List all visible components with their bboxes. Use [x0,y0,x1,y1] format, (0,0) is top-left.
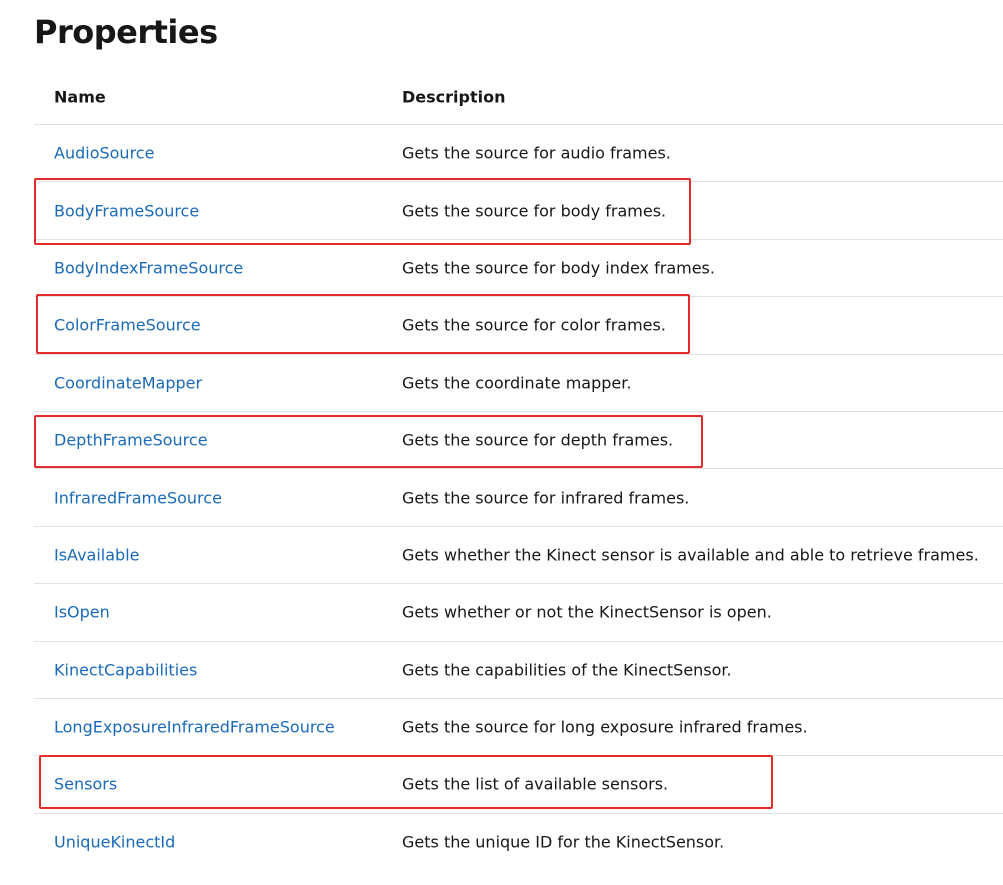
property-description: Gets the source for audio frames. [402,143,671,163]
column-header-name: Name [54,87,106,107]
property-description: Gets the unique ID for the KinectSensor. [402,832,725,852]
table-row: ColorFrameSource Gets the source for col… [34,297,1003,355]
property-description: Gets the source for body index frames. [402,258,715,278]
property-link[interactable]: IsOpen [54,603,110,622]
table-row: KinectCapabilities Gets the capabilities… [34,642,1003,699]
property-description: Gets the list of available sensors. [402,774,669,794]
property-link[interactable]: CoordinateMapper [54,373,202,392]
page-title: Properties [34,13,218,51]
table-row: DepthFrameSource Gets the source for dep… [34,412,1003,470]
property-link[interactable]: DepthFrameSource [54,431,208,450]
table-row: AudioSource Gets the source for audio fr… [34,125,1003,183]
property-description: Gets the source for infrared frames. [402,488,690,508]
table-header-row: Name Description [34,70,1003,125]
properties-table: Name Description AudioSource Gets the so… [34,70,1003,871]
property-description: Gets the source for body frames. [402,201,667,221]
table-row: UniqueKinectId Gets the unique ID for th… [34,814,1003,871]
table-row: LongExposureInfraredFrameSource Gets the… [34,699,1003,757]
property-link[interactable]: KinectCapabilities [54,660,197,679]
property-description: Gets the coordinate mapper. [402,373,632,393]
table-row: BodyFrameSource Gets the source for body… [34,182,1003,240]
property-link[interactable]: BodyIndexFrameSource [54,258,243,277]
table-row: Sensors Gets the list of available senso… [34,756,1003,814]
property-link[interactable]: ColorFrameSource [54,316,201,335]
property-link[interactable]: AudioSource [54,144,154,163]
table-row: IsAvailable Gets whether the Kinect sens… [34,527,1003,585]
property-link[interactable]: UniqueKinectId [54,833,175,852]
table-row: IsOpen Gets whether or not the KinectSen… [34,584,1003,642]
table-row: InfraredFrameSource Gets the source for … [34,469,1003,527]
column-header-description: Description [402,87,506,107]
property-description: Gets the source for color frames. [402,315,666,335]
property-link[interactable]: BodyFrameSource [54,201,199,220]
property-link[interactable]: IsAvailable [54,545,139,564]
property-link[interactable]: Sensors [54,775,117,794]
property-description: Gets whether or not the KinectSensor is … [402,602,772,622]
property-link[interactable]: LongExposureInfraredFrameSource [54,718,335,737]
property-description: Gets the source for depth frames. [402,430,674,450]
property-description: Gets whether the Kinect sensor is availa… [402,545,979,565]
property-description: Gets the capabilities of the KinectSenso… [402,660,732,680]
table-row: CoordinateMapper Gets the coordinate map… [34,355,1003,412]
property-description: Gets the source for long exposure infrar… [402,717,808,737]
property-link[interactable]: InfraredFrameSource [54,488,222,507]
table-row: BodyIndexFrameSource Gets the source for… [34,240,1003,298]
